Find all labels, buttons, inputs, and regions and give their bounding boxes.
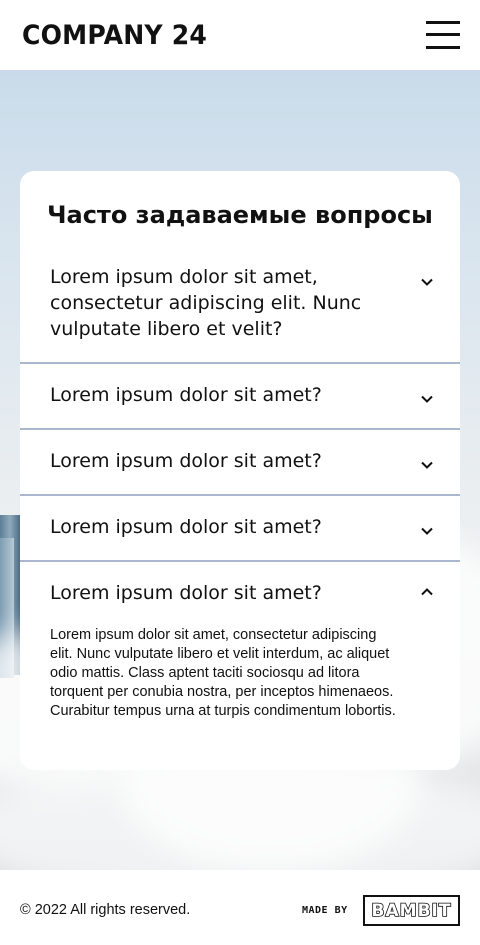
chevron-down-icon (421, 527, 433, 535)
faq-answer: Lorem ipsum dolor sit amet, consectetur … (50, 627, 396, 719)
faq-item[interactable]: Lorem ipsum dolor sit amet? (20, 496, 460, 562)
faq-item[interactable]: Lorem ipsum dolor sit amet? (20, 430, 460, 496)
bambit-logo-text: BAMBIT (371, 900, 452, 922)
site-header: COMPANY 24 (0, 0, 480, 70)
chevron-down-icon (421, 395, 433, 403)
faq-question: Lorem ipsum dolor sit amet? (50, 384, 322, 406)
copyright-text: © 2022 All rights reserved. (20, 902, 191, 918)
faq-question: Lorem ipsum dolor sit amet, consectetur … (50, 266, 362, 340)
made-by-label: MADE BY (302, 905, 348, 916)
faq-question: Lorem ipsum dolor sit amet? (50, 450, 322, 472)
faq-item-expanded[interactable]: Lorem ipsum dolor sit amet? Lorem ipsum … (20, 562, 460, 770)
bambit-logo[interactable]: BAMBIT (363, 895, 460, 926)
cloud-image (0, 760, 480, 870)
faq-item[interactable]: Lorem ipsum dolor sit amet, consectetur … (20, 261, 460, 364)
menu-bar-top (426, 21, 460, 24)
chevron-down-icon (421, 278, 433, 286)
company-logo[interactable]: COMPANY 24 (22, 20, 207, 51)
site-footer: © 2022 All rights reserved. MADE BY BAMB… (0, 870, 480, 945)
menu-bar-middle (426, 33, 460, 36)
faq-question: Lorem ipsum dolor sit amet? (50, 516, 322, 538)
faq-card: Часто задаваемые вопросы Lorem ipsum dol… (20, 171, 460, 770)
faq-item[interactable]: Lorem ipsum dolor sit amet? (20, 364, 460, 430)
faq-question: Lorem ipsum dolor sit amet? (50, 582, 322, 604)
menu-bar-bottom (426, 46, 460, 49)
chevron-up-icon (421, 588, 433, 596)
faq-title: Часто задаваемые вопросы (47, 201, 433, 229)
hamburger-menu-icon[interactable] (426, 21, 460, 49)
chevron-down-icon (421, 461, 433, 469)
